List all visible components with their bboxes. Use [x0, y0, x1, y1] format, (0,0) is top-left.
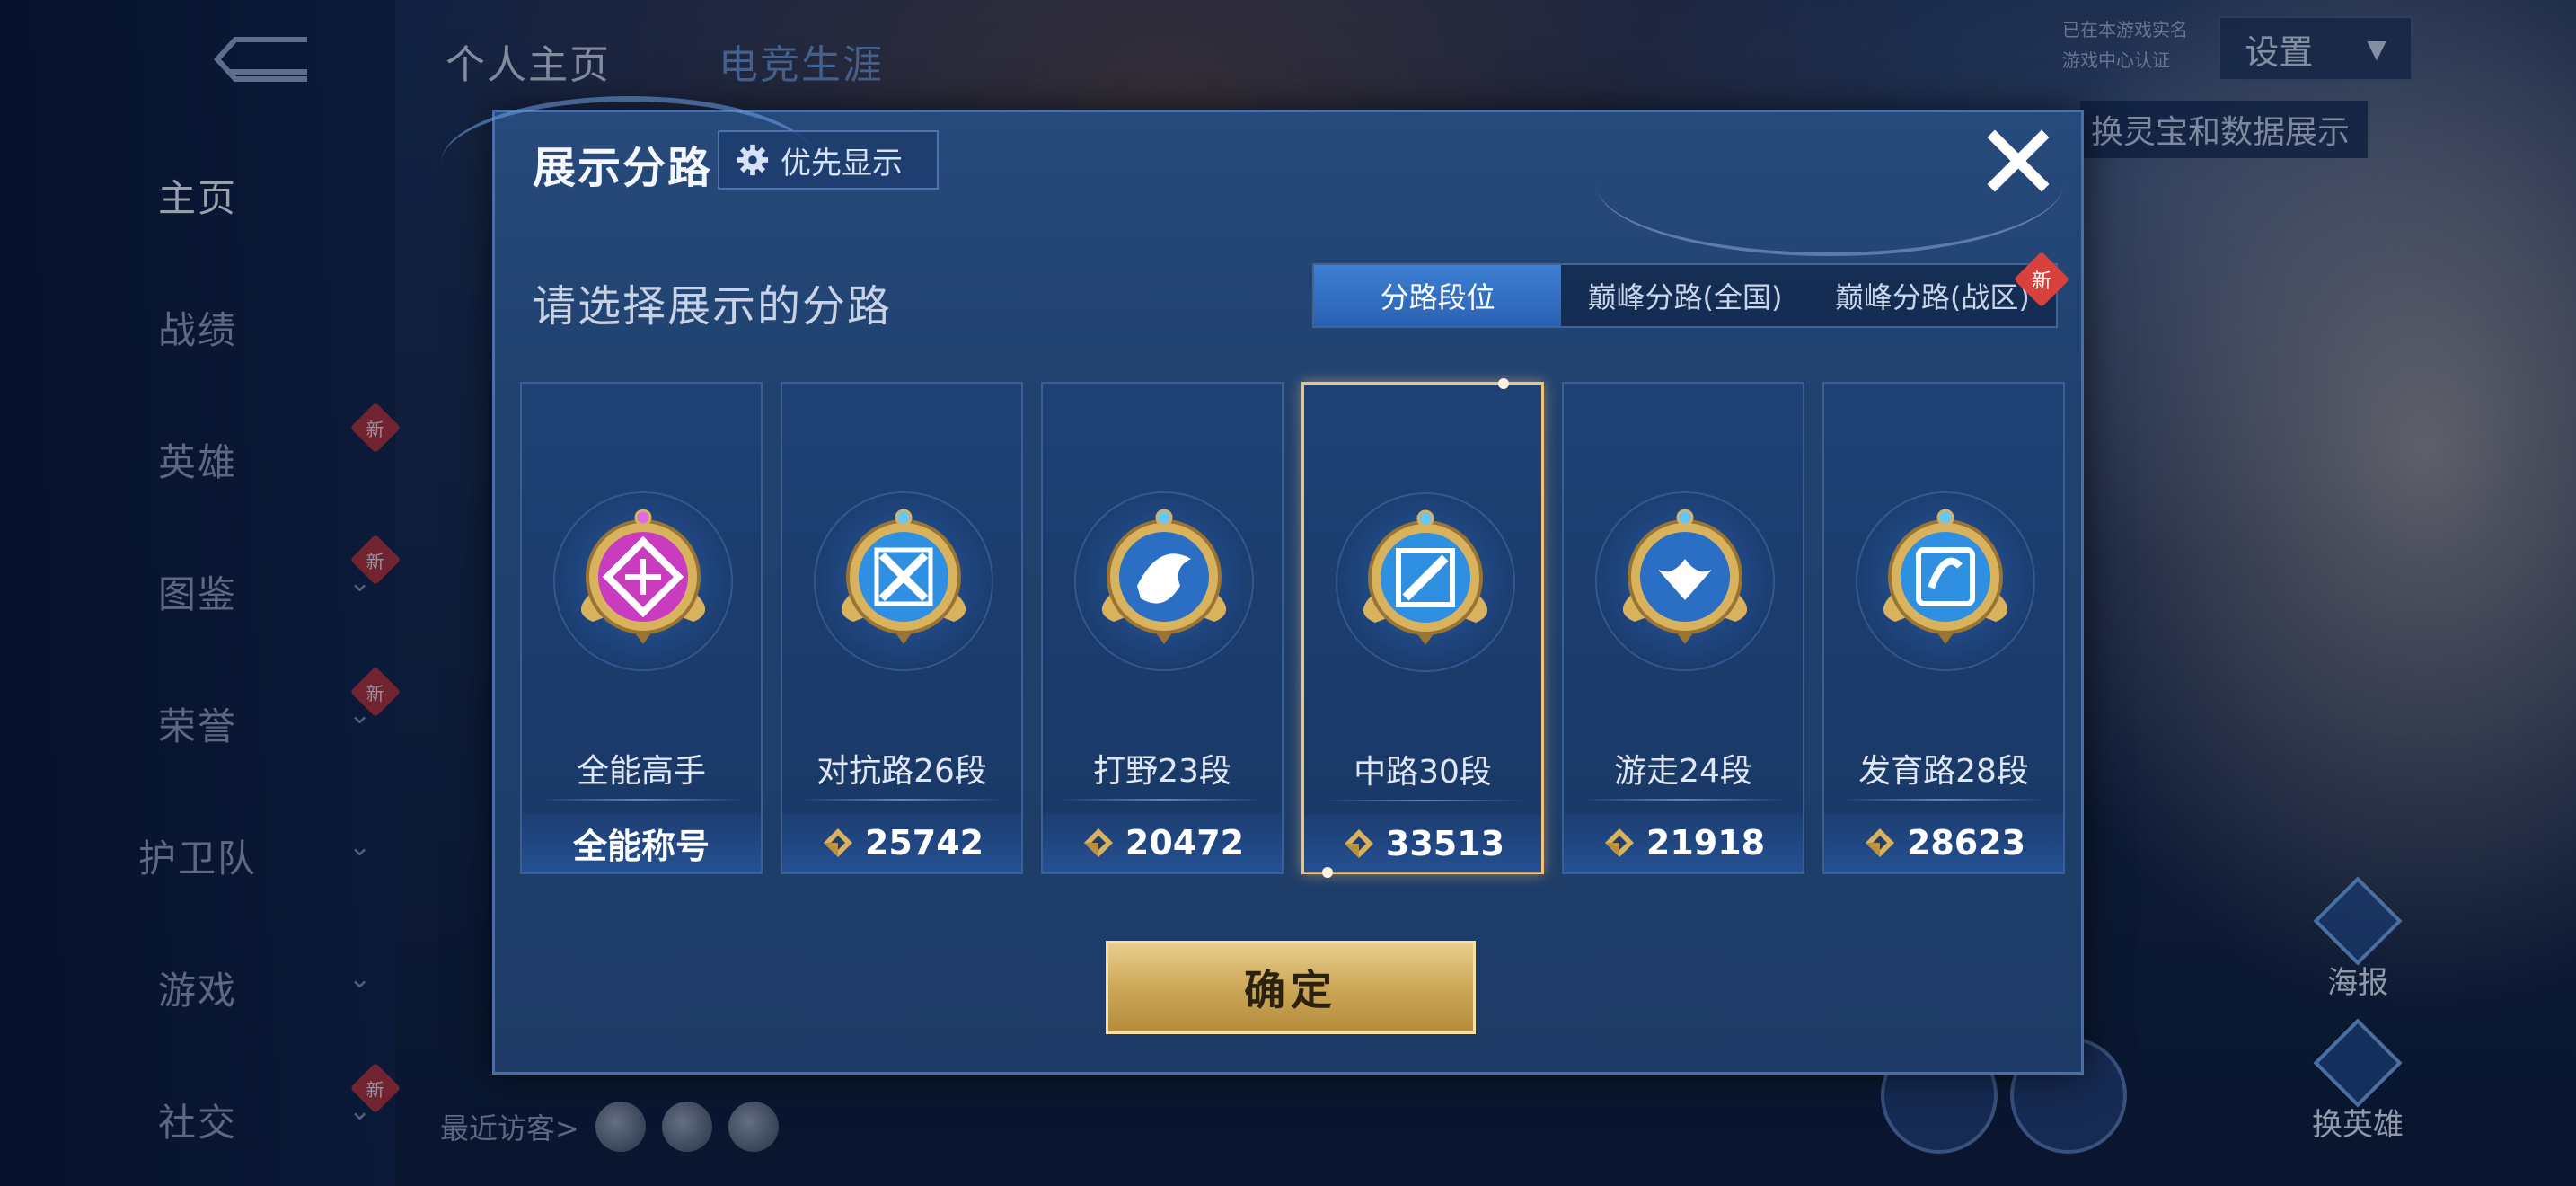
lane-card[interactable]: 打野23段 20472	[1041, 382, 1284, 874]
lane-card-name: 对抗路26段	[816, 753, 987, 790]
lane-points-icon	[1344, 829, 1373, 858]
tab-peak-national-label: 巅峰分路(全国)	[1587, 280, 1783, 314]
tab-peak-national[interactable]: 巅峰分路(全国)	[1561, 265, 1808, 326]
divider	[540, 799, 743, 801]
selected-marker	[1322, 867, 1333, 878]
lane-card-score-value: 28623	[1906, 823, 2026, 863]
lane-card-score: 全能称号	[522, 813, 761, 872]
lane-card-name: 游走24段	[1614, 753, 1752, 790]
lane-card-name: 全能高手	[576, 753, 706, 790]
select-lane-prompt: 请选择展示的分路	[533, 281, 893, 332]
tab-peak-region-label: 巅峰分路(战区)	[1834, 280, 2030, 314]
tab-lane-rank[interactable]: 分路段位	[1314, 265, 1562, 326]
modal-title: 展示分路	[533, 143, 713, 193]
confirm-button[interactable]: 确定	[1106, 941, 1476, 1034]
lane-points-icon	[1083, 828, 1113, 857]
lane-card[interactable]: 游走24段 21918	[1562, 382, 1804, 874]
lane-card[interactable]: 中路30段 33513	[1301, 378, 1544, 878]
divider	[1582, 799, 1785, 801]
priority-display-label: 优先显示	[781, 145, 903, 181]
lane-mode-tabs: 分路段位 巅峰分路(全国) 巅峰分路(战区) 新	[1312, 251, 2070, 328]
lane-points-icon	[1865, 828, 1894, 857]
lane-badge-icon	[841, 509, 966, 644]
lane-badge-icon	[1883, 509, 2008, 644]
lane-badge-icon	[1101, 509, 1227, 644]
lane-card-score: 20472	[1043, 813, 1282, 872]
lane-card-score-value: 全能称号	[572, 826, 710, 866]
tab-peak-region[interactable]: 巅峰分路(战区) 新	[1809, 251, 2070, 326]
lane-card-score-value: 25742	[864, 823, 984, 863]
selected-marker	[1498, 378, 1509, 389]
lane-card-score-value: 33513	[1385, 824, 1505, 863]
lane-points-icon	[1604, 828, 1634, 857]
lane-badge-icon	[1363, 509, 1488, 645]
lane-card[interactable]: 发育路28段 28623	[1822, 382, 2065, 874]
lane-card-score: 21918	[1564, 813, 1803, 872]
divider	[1842, 799, 2045, 801]
lane-card-score: 25742	[782, 813, 1021, 872]
lane-badge-icon	[580, 509, 706, 644]
lane-points-icon	[823, 828, 852, 857]
lane-card-score-value: 21918	[1645, 823, 1766, 863]
close-icon[interactable]	[1982, 125, 2054, 197]
lane-display-modal: 展示分路 优先显示 请选择展示的分路 分路段位 巅峰分路(全国) 巅峰分路(战区…	[441, 96, 2084, 1075]
lane-card-score: 33513	[1304, 814, 1541, 873]
divider	[800, 799, 1003, 801]
lane-card-name: 打野23段	[1093, 753, 1231, 790]
lane-card-name: 中路30段	[1354, 754, 1492, 791]
confirm-label: 确定	[1244, 966, 1337, 1014]
lane-card-score-value: 20472	[1125, 823, 1245, 863]
gear-icon	[737, 144, 769, 176]
lane-card-score: 28623	[1824, 813, 2063, 872]
priority-display-button[interactable]: 优先显示	[718, 130, 939, 190]
divider	[1061, 799, 1264, 801]
lane-card[interactable]: 全能高手 全能称号	[520, 382, 763, 874]
divider	[1322, 800, 1525, 801]
tab-lane-rank-label: 分路段位	[1380, 280, 1495, 314]
lane-badge-icon	[1622, 509, 1748, 644]
lane-card[interactable]: 对抗路26段 25742	[781, 382, 1023, 874]
lane-card-list: 全能高手 全能称号 对抗路26段 25742 打野23段 20472 中路30段 33513 游…	[520, 378, 2065, 878]
lane-card-name: 发育路28段	[1858, 753, 2029, 790]
